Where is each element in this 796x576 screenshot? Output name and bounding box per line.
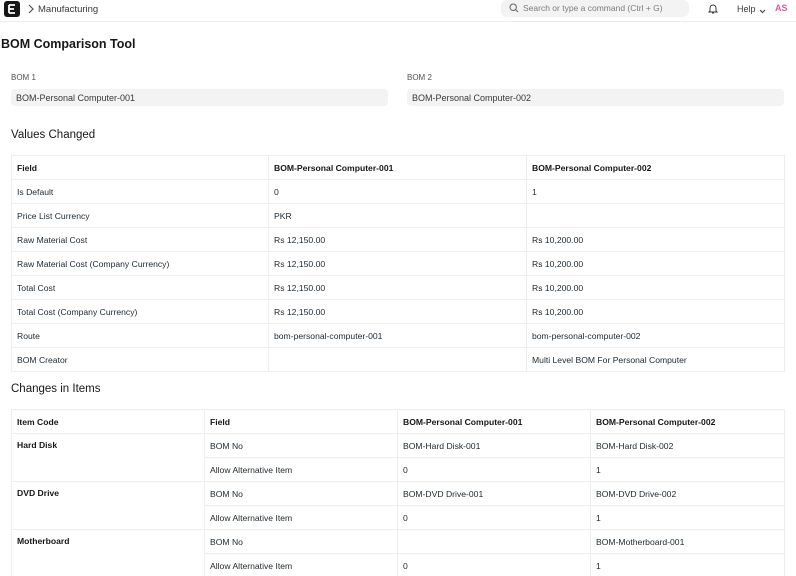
- item-code-cell: Motherboard: [11, 529, 205, 576]
- bom1-value-cell: [268, 347, 527, 372]
- changes-in-items-heading: Changes in Items: [11, 383, 101, 395]
- bom2-value-cell: BOM-Hard Disk-002: [590, 433, 785, 458]
- bom2-value-cell: [526, 203, 785, 228]
- chevron-right-icon: [28, 4, 34, 14]
- item-code-cell: DVD Drive: [11, 481, 205, 530]
- field-cell: Route: [11, 323, 269, 348]
- search-placeholder: Search or type a command (Ctrl + G): [523, 3, 663, 13]
- bom1-label: BOM 1: [11, 73, 36, 82]
- table-row: Route bom-personal-computer-001 bom-person…: [11, 323, 785, 348]
- field-cell: Is Default: [11, 179, 269, 204]
- field-cell: Raw Material Cost: [11, 227, 269, 252]
- bom1-value-cell: 0: [397, 505, 591, 530]
- table-row: Raw Material Cost (Company Currency) Rs 1…: [11, 251, 785, 276]
- header-bom2: BOM-Personal Computer-002: [526, 155, 785, 180]
- bom1-value-cell: [397, 529, 591, 554]
- search-bar[interactable]: Search or type a command (Ctrl + G): [501, 0, 689, 17]
- field-cell: BOM No: [204, 529, 398, 554]
- field-cell: Raw Material Cost (Company Currency): [11, 251, 269, 276]
- values-changed-table: Field BOM-Personal Computer-001 BOM-Pers…: [11, 155, 785, 372]
- field-cell: Allow Alternative Item: [204, 505, 398, 530]
- bom2-value-cell: 1: [590, 553, 785, 576]
- bom1-value-cell: 0: [397, 553, 591, 576]
- changes-in-items-table: Item Code Field BOM-Personal Computer-00…: [11, 409, 785, 576]
- table-row: Raw Material Cost Rs 12,150.00 Rs 10,200.0…: [11, 227, 785, 252]
- avatar[interactable]: AS: [775, 3, 788, 13]
- bom1-value-cell: 0: [397, 457, 591, 482]
- bom2-value-cell: Rs 10,200.00: [526, 251, 785, 276]
- help-menu[interactable]: Help: [737, 4, 756, 14]
- bom1-value-cell: BOM-DVD Drive-001: [397, 481, 591, 506]
- bom1-value-cell: Rs 12,150.00: [268, 227, 527, 252]
- bom1-value-cell: Rs 12,150.00: [268, 275, 527, 300]
- page-title: BOM Comparison Tool: [1, 37, 136, 51]
- table-header-row: Field BOM-Personal Computer-001 BOM-Pers…: [11, 155, 785, 180]
- item-code-cell: Hard Disk: [11, 433, 205, 482]
- table-row: BOM Creator Multi Level BOM For Personal …: [11, 347, 785, 372]
- field-cell: Total Cost: [11, 275, 269, 300]
- table-row: Motherboard BOM No BOM-Motherboard-001: [11, 529, 785, 576]
- bom1-value-cell: 0: [268, 179, 527, 204]
- header-bom1: BOM-Personal Computer-001: [397, 409, 591, 434]
- search-icon: [509, 3, 519, 15]
- values-changed-heading: Values Changed: [11, 129, 96, 141]
- table-row: Is Default 0 1: [11, 179, 785, 204]
- bom1-field[interactable]: BOM-Personal Computer-001: [11, 89, 388, 106]
- bom1-value-cell: Rs 12,150.00: [268, 299, 527, 324]
- header-bom1: BOM-Personal Computer-001: [268, 155, 527, 180]
- navbar: Manufacturing Search or type a command (…: [0, 0, 796, 22]
- bom1-value-cell: Rs 12,150.00: [268, 251, 527, 276]
- bom1-value-cell: BOM-Hard Disk-001: [397, 433, 591, 458]
- bom2-label: BOM 2: [407, 73, 432, 82]
- field-cell: BOM No: [204, 433, 398, 458]
- bom1-value-cell: bom-personal-computer-001: [268, 323, 527, 348]
- chevron-down-icon: [759, 6, 766, 16]
- table-row: DVD Drive BOM No BOM-DVD Drive-001 BOM-DVD …: [11, 481, 785, 530]
- bom2-value-cell: BOM-DVD Drive-002: [590, 481, 785, 506]
- app-logo[interactable]: [4, 1, 20, 17]
- bom2-value-cell: 1: [526, 179, 785, 204]
- bom2-field[interactable]: BOM-Personal Computer-002: [407, 89, 784, 106]
- notification-bell-icon[interactable]: [707, 3, 719, 16]
- bom1-value-cell: PKR: [268, 203, 527, 228]
- field-cell: BOM Creator: [11, 347, 269, 372]
- table-row: Total Cost Rs 12,150.00 Rs 10,200.00: [11, 275, 785, 300]
- field-cell: Allow Alternative Item: [204, 553, 398, 576]
- bom2-value-cell: 1: [590, 505, 785, 530]
- table-row: Total Cost (Company Currency) Rs 12,150.0…: [11, 299, 785, 324]
- bom2-value-cell: bom-personal-computer-002: [526, 323, 785, 348]
- bom2-value-cell: Rs 10,200.00: [526, 275, 785, 300]
- table-row: Price List Currency PKR: [11, 203, 785, 228]
- field-cell: BOM No: [204, 481, 398, 506]
- header-bom2: BOM-Personal Computer-002: [590, 409, 785, 434]
- bom2-value-cell: Multi Level BOM For Personal Computer: [526, 347, 785, 372]
- breadcrumb-manufacturing[interactable]: Manufacturing: [38, 4, 98, 15]
- header-field: Field: [204, 409, 398, 434]
- bom2-value-cell: Rs 10,200.00: [526, 227, 785, 252]
- bom2-value-cell: BOM-Motherboard-001: [590, 529, 785, 554]
- bom2-value-cell: 1: [590, 457, 785, 482]
- header-field: Field: [11, 155, 269, 180]
- bom2-value-cell: Rs 10,200.00: [526, 299, 785, 324]
- field-cell: Price List Currency: [11, 203, 269, 228]
- field-cell: Allow Alternative Item: [204, 457, 398, 482]
- header-item-code: Item Code: [11, 409, 205, 434]
- table-row: Hard Disk BOM No BOM-Hard Disk-001 BOM-Hard…: [11, 433, 785, 482]
- table-header-row: Item Code Field BOM-Personal Computer-00…: [11, 409, 785, 434]
- field-cell: Total Cost (Company Currency): [11, 299, 269, 324]
